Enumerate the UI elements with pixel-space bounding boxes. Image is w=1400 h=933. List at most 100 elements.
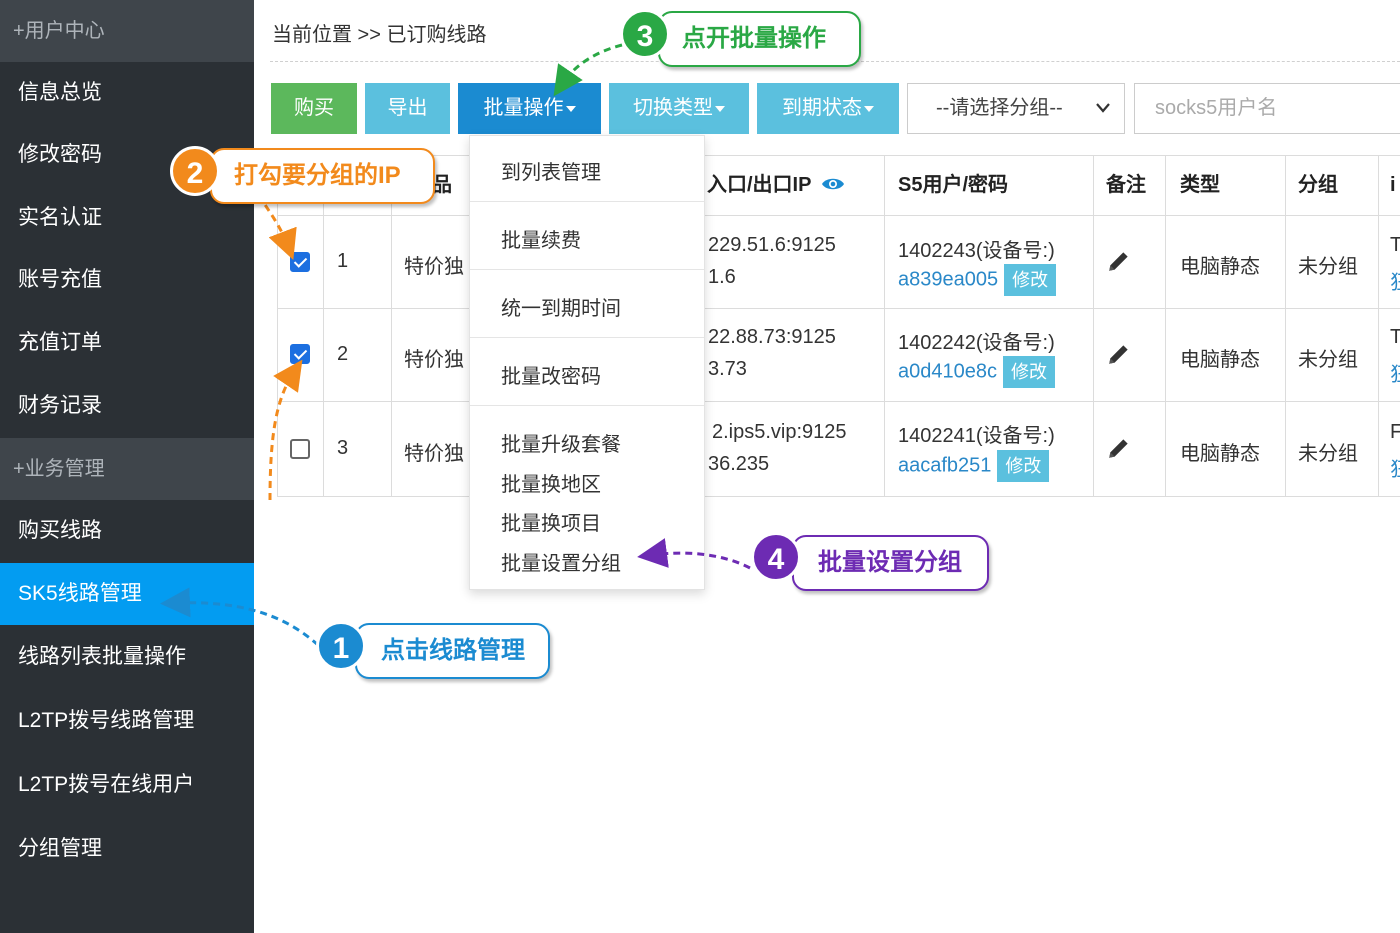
header-s5-user: S5用户/密码 [898, 174, 1009, 196]
sidebar-item-recharge[interactable]: 账号充值 [0, 249, 254, 311]
pencil-icon[interactable] [1106, 435, 1132, 467]
group-select-value: --请选择分组-- [936, 97, 1063, 119]
expire-status-button[interactable]: 到期状态 [757, 83, 899, 134]
edit-password-button[interactable]: 修改 [1002, 356, 1055, 388]
callout-3-text: 点开批量操作 [682, 25, 826, 52]
export-button[interactable]: 导出 [365, 83, 450, 134]
switch-type-label: 切换类型 [633, 97, 713, 119]
row-checkbox[interactable] [290, 344, 310, 364]
row-product: 特价独 [404, 349, 464, 371]
row-type: 电脑静态 [1180, 443, 1260, 465]
row-checkbox[interactable] [290, 252, 310, 272]
header-remark: 备注 [1106, 174, 1146, 196]
switch-type-button[interactable]: 切换类型 [609, 83, 749, 134]
breadcrumb: 当前位置 >> 已订购线路 [272, 24, 487, 46]
sidebar-item-l2tp-management[interactable]: L2TP拨号线路管理 [0, 690, 254, 752]
menu-item-batch-upgrade[interactable]: 批量升级套餐 [501, 428, 621, 457]
sidebar-item-overview[interactable]: 信息总览 [0, 62, 254, 124]
table-border [1165, 155, 1166, 497]
table-border [323, 155, 324, 497]
row-group: 未分组 [1298, 349, 1358, 371]
callout-step-4: 批量设置分组 [792, 535, 989, 591]
callout-1-text: 点击线路管理 [381, 637, 525, 664]
sidebar-item-finance-records[interactable]: 财务记录 [0, 375, 254, 437]
username-placeholder: socks5用户名 [1155, 97, 1278, 119]
table-border [1093, 155, 1094, 497]
menu-item-batch-region[interactable]: 批量换地区 [501, 468, 601, 497]
table-border [277, 496, 1400, 497]
row-extra: T [1390, 326, 1400, 348]
row-checkbox[interactable] [290, 439, 310, 459]
pencil-icon[interactable] [1106, 341, 1132, 373]
menu-item-batch-password[interactable]: 批量改密码 [501, 360, 601, 389]
eye-icon[interactable] [821, 156, 845, 216]
batch-operation-label: 批量操作 [483, 97, 564, 119]
sidebar: +用户中心 信息总览 修改密码 实名认证 账号充值 充值订单 财务记录 +业务管… [0, 0, 254, 933]
header-ip-label: 入口/出口IP [707, 174, 812, 196]
sidebar-section-business[interactable]: +业务管理 [0, 438, 254, 500]
callout-step-1: 点击线路管理 [355, 623, 550, 679]
row-type: 电脑静态 [1180, 256, 1260, 278]
arrow-step-3 [553, 43, 623, 97]
arrow-step-2b [268, 359, 303, 501]
password-value: a0d410e8c [898, 360, 997, 383]
row-extra: F [1390, 421, 1400, 443]
row-password: aacafb251 修改 [898, 450, 1050, 482]
callout-4-text: 批量设置分组 [818, 549, 962, 576]
table-border [884, 155, 885, 497]
menu-item-batch-project[interactable]: 批量换项目 [501, 507, 601, 536]
step-1-badge: 1 [316, 621, 366, 671]
edit-password-button[interactable]: 修改 [997, 450, 1050, 482]
header-group: 分组 [1298, 174, 1338, 196]
buy-button[interactable]: 购买 [271, 83, 357, 134]
row-product: 特价独 [404, 256, 464, 278]
table-border [277, 308, 1400, 309]
pencil-icon[interactable] [1106, 248, 1132, 280]
batch-operation-menu: 到列表管理 批量续费 统一到期时间 批量改密码 批量升级套餐 批量换地区 批量换… [469, 135, 705, 590]
password-value: aacafb251 [898, 454, 992, 477]
sidebar-item-group-management[interactable]: 分组管理 [0, 818, 254, 880]
socks5-username-input[interactable]: socks5用户名 [1134, 83, 1400, 134]
menu-divider [470, 269, 704, 270]
table-border [1285, 155, 1286, 497]
row-ip-exit: 1.6 [708, 266, 736, 288]
menu-item-to-list-management[interactable]: 到列表管理 [501, 156, 601, 185]
row-ip-entry: 229.51.6:9125 [708, 234, 836, 256]
sidebar-item-buy-lines[interactable]: 购买线路 [0, 500, 254, 562]
group-select[interactable]: --请选择分组-- [907, 83, 1125, 134]
table-border [277, 155, 278, 497]
table-border [1378, 155, 1379, 497]
menu-item-batch-renew[interactable]: 批量续费 [501, 224, 581, 253]
menu-divider [470, 201, 704, 202]
caret-down-icon [565, 105, 576, 112]
menu-item-batch-set-group[interactable]: 批量设置分组 [501, 547, 621, 576]
row-group: 未分组 [1298, 443, 1358, 465]
row-ip-entry: 22.88.73:9125 [708, 326, 836, 348]
row-group: 未分组 [1298, 256, 1358, 278]
row-ip-exit: 3.73 [708, 358, 747, 380]
header-type: 类型 [1180, 174, 1220, 196]
chevron-down-icon [1096, 84, 1110, 153]
sidebar-item-batch-operation[interactable]: 线路列表批量操作 [0, 626, 254, 688]
sidebar-item-recharge-orders[interactable]: 充值订单 [0, 312, 254, 374]
row-extra-link[interactable]: 狂 [1390, 266, 1400, 295]
sidebar-item-sk5-management[interactable]: SK5线路管理 [0, 563, 254, 625]
sidebar-section-user-center[interactable]: +用户中心 [0, 0, 254, 62]
expire-status-label: 到期状态 [782, 97, 862, 119]
row-extra-link[interactable]: 狂 [1390, 453, 1400, 482]
caret-down-icon [715, 105, 725, 112]
sidebar-item-l2tp-online[interactable]: L2TP拨号在线用户 [0, 754, 254, 816]
callout-step-2: 打勾要分组的IP [210, 148, 435, 204]
menu-item-unify-expiry[interactable]: 统一到期时间 [501, 292, 621, 321]
step-2-badge: 2 [170, 146, 220, 196]
edit-password-button[interactable]: 修改 [1004, 264, 1057, 296]
buy-button-label: 购买 [294, 97, 334, 119]
step-4-badge: 4 [751, 532, 801, 582]
header-product: 品 [432, 174, 452, 196]
row-ip-entry: 2.ips5.vip:9125 [712, 421, 847, 443]
callout-2-text: 打勾要分组的IP [234, 162, 401, 189]
row-type: 电脑静态 [1180, 349, 1260, 371]
batch-operation-button[interactable]: 批量操作 [458, 83, 601, 134]
row-username: 1402242(设备号:) [898, 332, 1055, 354]
row-extra-link[interactable]: 狂 [1390, 358, 1400, 387]
